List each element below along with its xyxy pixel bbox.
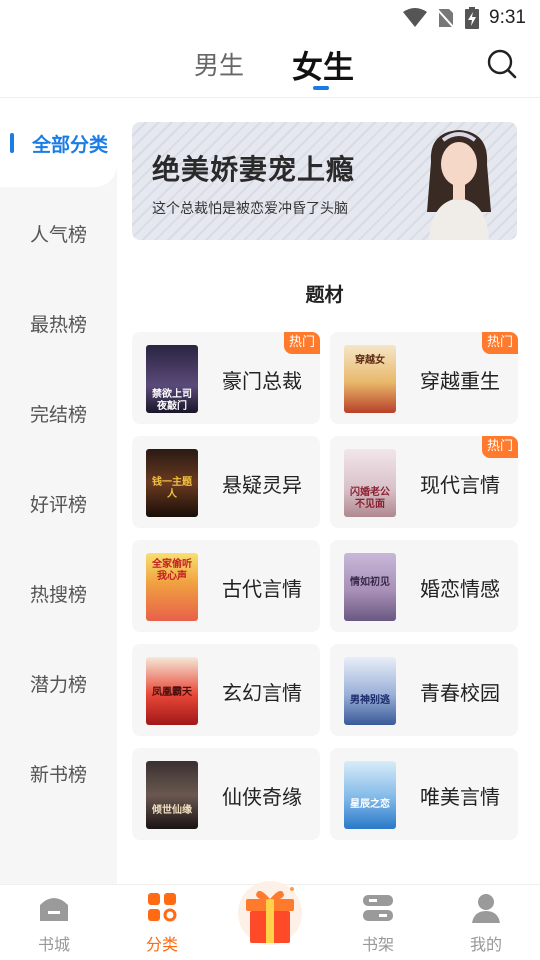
category-label: 豪门总裁 bbox=[222, 369, 302, 393]
nav-profile[interactable]: 我的 bbox=[446, 893, 526, 955]
category-label: 悬疑灵异 bbox=[222, 473, 302, 497]
gift-icon[interactable] bbox=[236, 877, 304, 953]
nav-bookstore-label: 书城 bbox=[37, 935, 70, 954]
category-card-tycoon[interactable]: 禁欲上司夜敲门 豪门总裁 热门 bbox=[132, 332, 320, 424]
category-card-fantasy-romance[interactable]: 凤凰霸天 玄幻言情 bbox=[132, 644, 320, 736]
wifi-icon bbox=[403, 8, 428, 27]
category-sidebar: 全部分类 人气榜 最热榜 完结榜 好评榜 热搜榜 潜力榜 新书榜 bbox=[0, 99, 117, 884]
top-bar: 男生 女生 bbox=[0, 38, 540, 98]
category-card-time-travel[interactable]: 穿越女 穿越重生 热门 bbox=[330, 332, 518, 424]
nav-profile-label: 我的 bbox=[469, 935, 502, 954]
section-title: 题材 bbox=[305, 284, 344, 306]
tab-male[interactable]: 男生 bbox=[194, 46, 244, 82]
category-card-suspense[interactable]: 钱一主题人 悬疑灵异 bbox=[132, 436, 320, 528]
nav-bookshelf[interactable]: 书架 bbox=[338, 893, 418, 955]
tab-female[interactable]: 女生 bbox=[292, 42, 354, 87]
hot-badge: 热门 bbox=[482, 436, 518, 458]
nav-bookstore[interactable]: 书城 bbox=[14, 893, 94, 955]
sidebar-item-trending-search[interactable]: 热搜榜 bbox=[0, 580, 117, 607]
hot-badge: 热门 bbox=[284, 332, 320, 354]
hot-badge: 热门 bbox=[482, 332, 518, 354]
book-cover: 倾世仙缘 bbox=[146, 761, 198, 829]
promo-banner[interactable]: 绝美娇妻宠上瘾 这个总裁怕是被恋爱冲昏了头脑 bbox=[132, 122, 517, 240]
sidebar-item-potential[interactable]: 潜力榜 bbox=[0, 670, 117, 697]
sidebar-item-hottest[interactable]: 最热榜 bbox=[0, 310, 117, 337]
bookshelf-icon bbox=[363, 895, 393, 921]
sidebar-active-indicator bbox=[10, 133, 14, 153]
category-label: 玄幻言情 bbox=[222, 681, 302, 705]
banner-subtitle: 这个总裁怕是被恋爱冲昏了头脑 bbox=[152, 201, 348, 217]
book-cover: 情如初见 bbox=[344, 553, 396, 621]
banner-title: 绝美娇妻宠上瘾 bbox=[152, 153, 356, 186]
book-cover: 钱一主题人 bbox=[146, 449, 198, 517]
banner-character-illustration bbox=[427, 130, 491, 240]
category-label: 古代言情 bbox=[222, 577, 302, 601]
sidebar-item-popular[interactable]: 人气榜 bbox=[0, 220, 117, 247]
bottom-navigation: 书城 分类 书架 我的 bbox=[0, 881, 540, 960]
category-card-modern-romance[interactable]: 闪婚老公不见面 现代言情 热门 bbox=[330, 436, 518, 528]
sidebar-item-top-rated[interactable]: 好评榜 bbox=[0, 490, 117, 517]
book-cover: 星辰之恋 bbox=[344, 761, 396, 829]
category-label: 仙侠奇缘 bbox=[222, 785, 302, 809]
sidebar-item-completed[interactable]: 完结榜 bbox=[0, 400, 117, 427]
status-time: 9:31 bbox=[489, 7, 526, 28]
bookstore-icon bbox=[40, 898, 68, 921]
category-label: 青春校园 bbox=[420, 681, 500, 705]
category-card-ancient-romance[interactable]: 全家偷听我心声 古代言情 bbox=[132, 540, 320, 632]
sidebar-item-new-books[interactable]: 新书榜 bbox=[0, 760, 117, 787]
search-icon[interactable] bbox=[486, 48, 518, 80]
category-label: 穿越重生 bbox=[420, 369, 500, 393]
book-cover: 男神别逃 bbox=[344, 657, 396, 725]
no-sim-icon bbox=[437, 8, 456, 29]
category-label: 唯美言情 bbox=[420, 785, 500, 809]
book-cover: 闪婚老公不见面 bbox=[344, 449, 396, 517]
category-label: 现代言情 bbox=[420, 473, 500, 497]
book-cover: 全家偷听我心声 bbox=[146, 553, 198, 621]
category-icon bbox=[148, 893, 177, 922]
nav-category-label: 分类 bbox=[145, 935, 178, 954]
category-card-marriage[interactable]: 情如初见 婚恋情感 bbox=[330, 540, 518, 632]
status-bar: 9:31 bbox=[0, 0, 540, 38]
book-cover: 穿越女 bbox=[344, 345, 396, 413]
category-card-campus[interactable]: 男神别逃 青春校园 bbox=[330, 644, 518, 736]
nav-category[interactable]: 分类 bbox=[122, 893, 202, 955]
category-card-aesthetic-romance[interactable]: 星辰之恋 唯美言情 bbox=[330, 748, 518, 840]
nav-bookshelf-label: 书架 bbox=[361, 935, 394, 954]
battery-charging-icon bbox=[465, 7, 480, 29]
book-cover: 禁欲上司夜敲门 bbox=[146, 345, 198, 413]
tab-active-indicator bbox=[313, 86, 329, 90]
category-card-xianxia[interactable]: 倾世仙缘 仙侠奇缘 bbox=[132, 748, 320, 840]
category-label: 婚恋情感 bbox=[420, 577, 500, 601]
book-cover: 凤凰霸天 bbox=[146, 657, 198, 725]
profile-icon bbox=[472, 894, 500, 923]
sidebar-item-all[interactable]: 全部分类 bbox=[16, 130, 117, 157]
